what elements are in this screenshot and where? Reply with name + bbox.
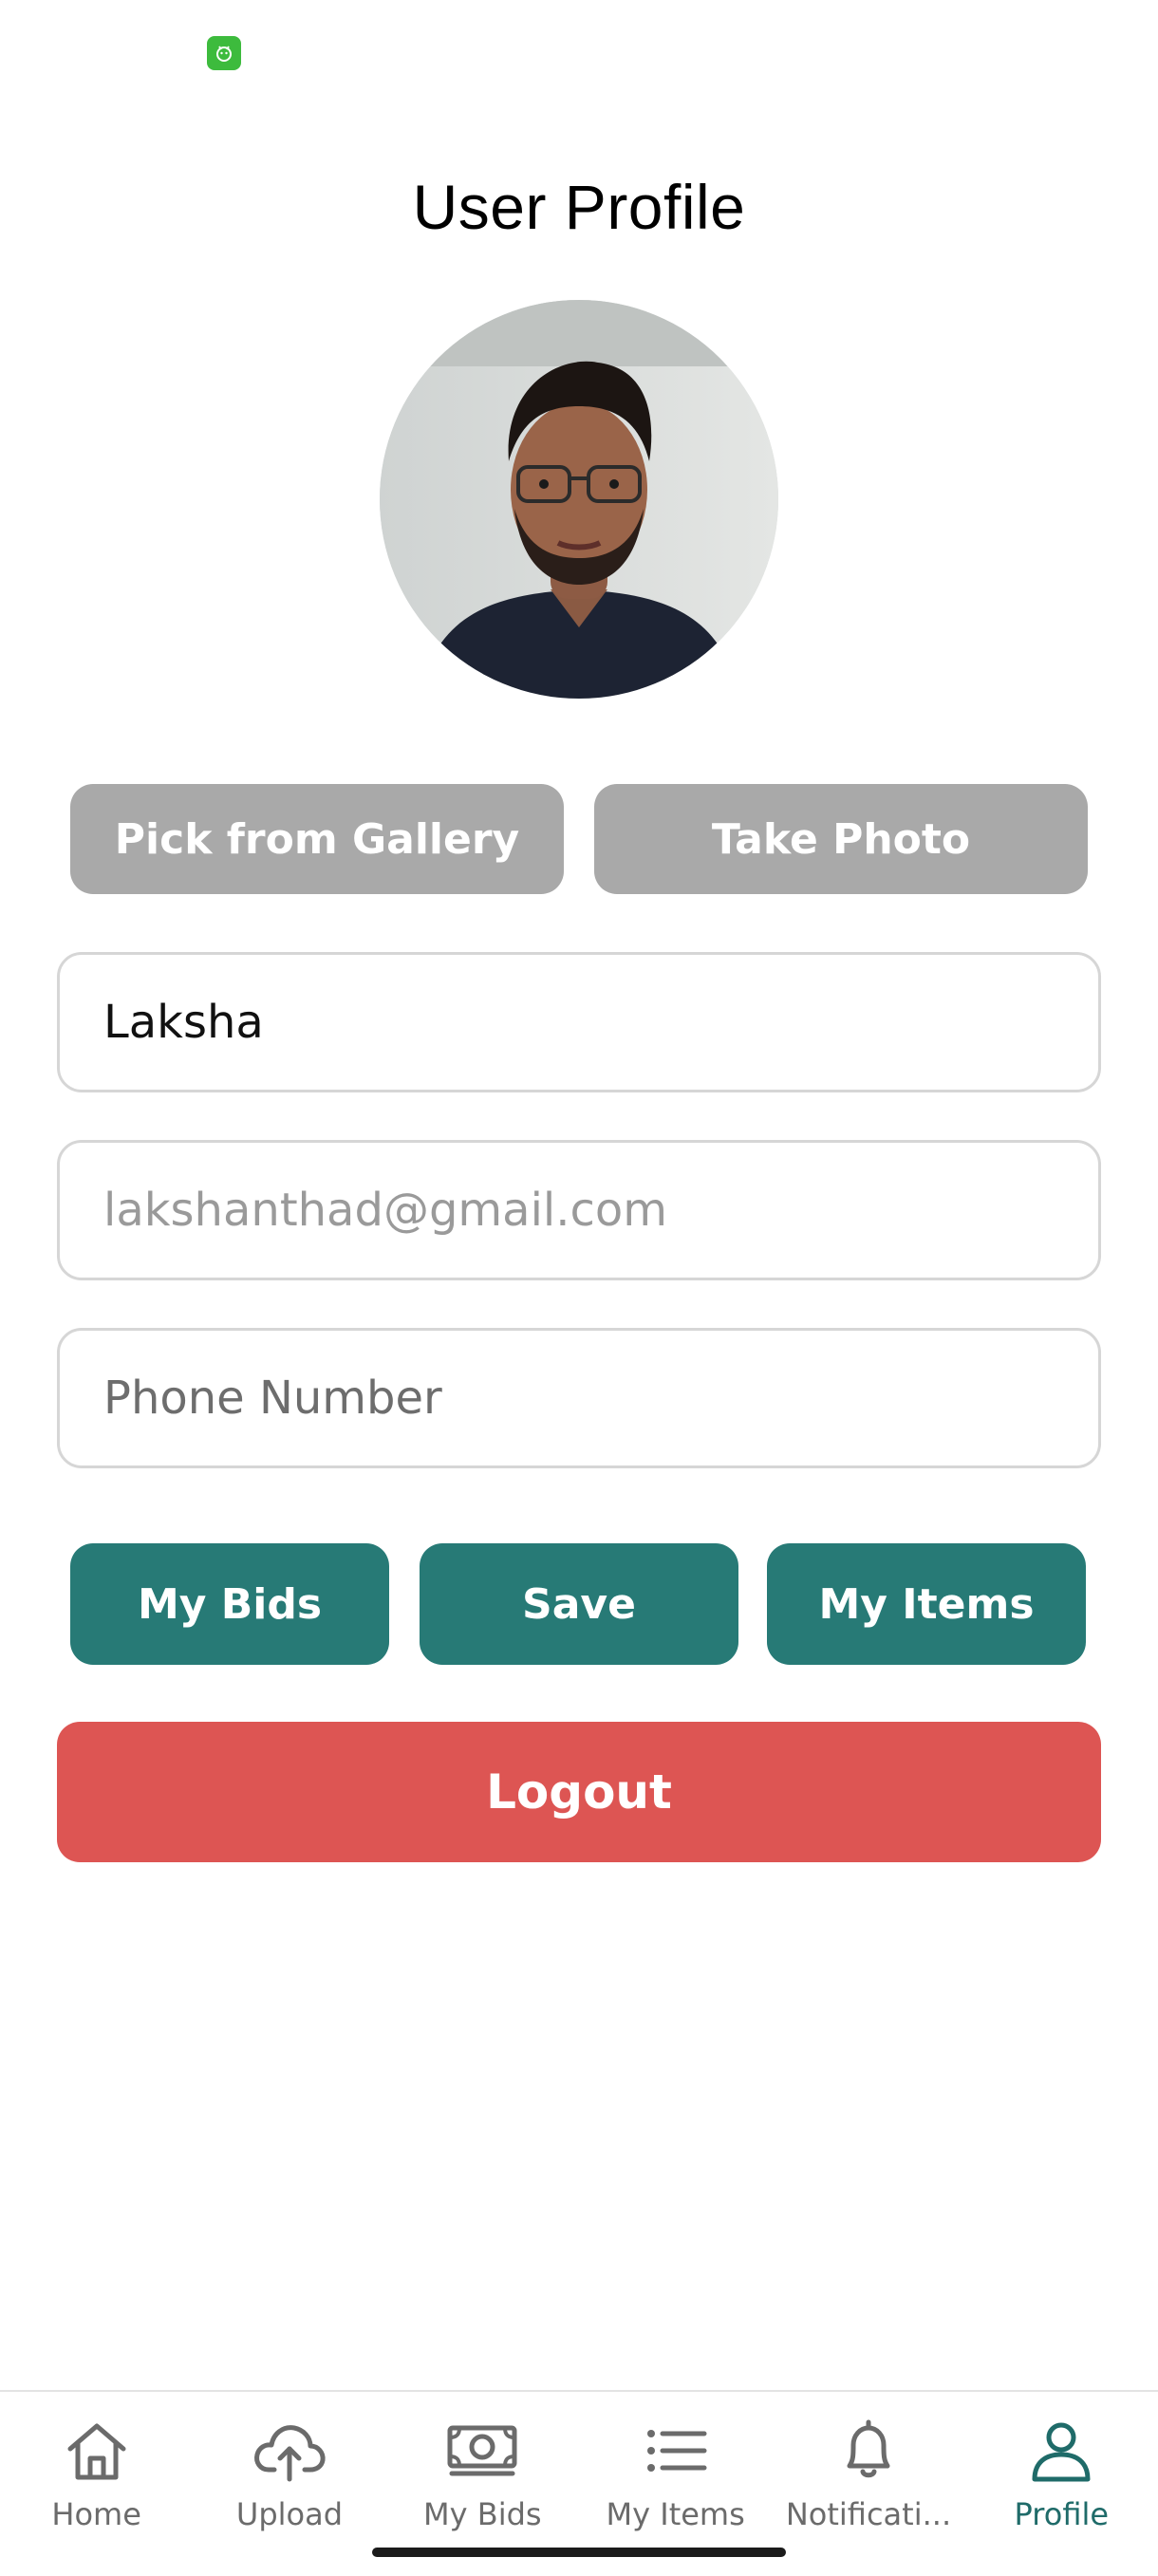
nav-label-profile: Profile [1014,2496,1110,2532]
android-app-icon [207,36,241,70]
phone-number-field[interactable]: Phone Number [57,1328,1101,1468]
email-field[interactable]: lakshanthad@gmail.com [57,1140,1101,1280]
money-icon [444,2413,520,2489]
take-photo-button[interactable]: Take Photo [594,784,1088,894]
nav-label-upload: Upload [235,2496,344,2532]
nav-label-notifications: Notificati... [785,2496,952,2532]
save-button[interactable]: Save [420,1543,738,1665]
page-title: User Profile [412,172,746,242]
nav-label-my-bids: My Bids [423,2496,542,2532]
avatar[interactable] [380,300,778,699]
bell-icon [831,2413,906,2489]
cloud-upload-icon [252,2413,327,2489]
nav-item-upload[interactable]: Upload [193,2392,385,2576]
nav-item-notifications[interactable]: Notificati... [772,2392,964,2576]
person-icon [1023,2413,1099,2489]
nav-label-home: Home [51,2496,141,2532]
logout-button[interactable]: Logout [57,1722,1101,1862]
my-bids-button[interactable]: My Bids [70,1543,389,1665]
my-items-button[interactable]: My Items [767,1543,1086,1665]
home-icon [59,2413,135,2489]
home-indicator[interactable] [372,2548,786,2557]
nav-label-my-items: My Items [606,2496,745,2532]
list-icon [638,2413,714,2489]
nav-item-profile[interactable]: Profile [965,2392,1158,2576]
pick-from-gallery-button[interactable]: Pick from Gallery [70,784,564,894]
name-field[interactable]: Laksha [57,952,1101,1092]
nav-item-home[interactable]: Home [0,2392,193,2576]
